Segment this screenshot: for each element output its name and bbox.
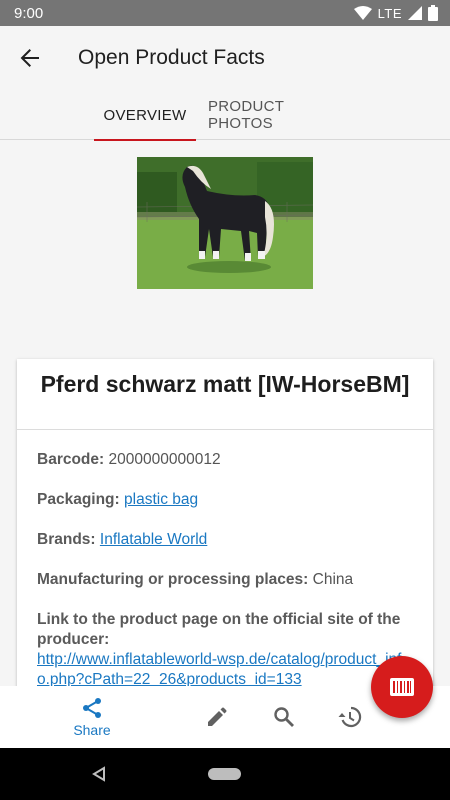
fact-packaging: Packaging: plastic bag [37,490,413,510]
history-icon[interactable] [337,704,363,730]
packaging-label: Packaging: [37,491,120,508]
packaging-link[interactable]: plastic bag [124,491,198,508]
edit-icon[interactable] [204,704,230,730]
status-bar: 9:00 LTE [0,0,450,26]
share-icon [83,698,101,718]
manufacturing-label: Manufacturing or processing places: [37,571,309,588]
tab-product-photos[interactable]: PRODUCT PHOTOS [208,90,348,140]
fact-brands: Brands: Inflatable World [37,530,413,550]
share-button[interactable]: Share [62,696,122,738]
battery-icon [428,5,438,21]
producer-url-link[interactable]: http://www.inflatableworld-wsp.de/catalo… [37,650,413,690]
product-facts: Barcode: 2000000000012 Packaging: plasti… [17,430,433,690]
system-home-pill[interactable] [208,768,241,780]
status-time: 9:00 [14,4,44,22]
manufacturing-value: China [312,571,354,588]
fact-barcode: Barcode: 2000000000012 [37,450,413,470]
product-name: Pferd schwarz matt [IW-HorseBM] [17,359,433,430]
brands-label: Brands: [37,531,96,548]
wifi-icon [353,6,372,20]
fact-link: Link to the product page on the official… [37,610,413,690]
signal-icon [408,6,422,20]
arrow-back-icon[interactable] [0,26,60,90]
system-back-icon[interactable] [92,766,106,787]
barcode-value: 2000000000012 [108,451,221,468]
search-icon[interactable] [271,704,297,730]
scan-barcode-button[interactable] [371,656,433,718]
app-bar: Open Product Facts [0,26,450,90]
product-photo[interactable] [137,157,313,289]
brands-link[interactable]: Inflatable World [100,531,207,548]
barcode-label: Barcode: [37,451,105,468]
network-type: LTE [377,5,402,21]
link-label: Link to the product page on the official… [37,611,401,648]
barcode-icon [390,678,414,696]
fact-manufacturing: Manufacturing or processing places: Chin… [37,570,413,590]
tab-overview[interactable]: OVERVIEW [94,90,196,141]
page-title: Open Product Facts [78,46,265,69]
tab-bar: OVERVIEW PRODUCT PHOTOS [0,90,450,141]
share-label: Share [73,722,111,738]
system-navigation-bar [0,748,450,800]
product-card: Pferd schwarz matt [IW-HorseBM] Barcode:… [17,359,433,699]
